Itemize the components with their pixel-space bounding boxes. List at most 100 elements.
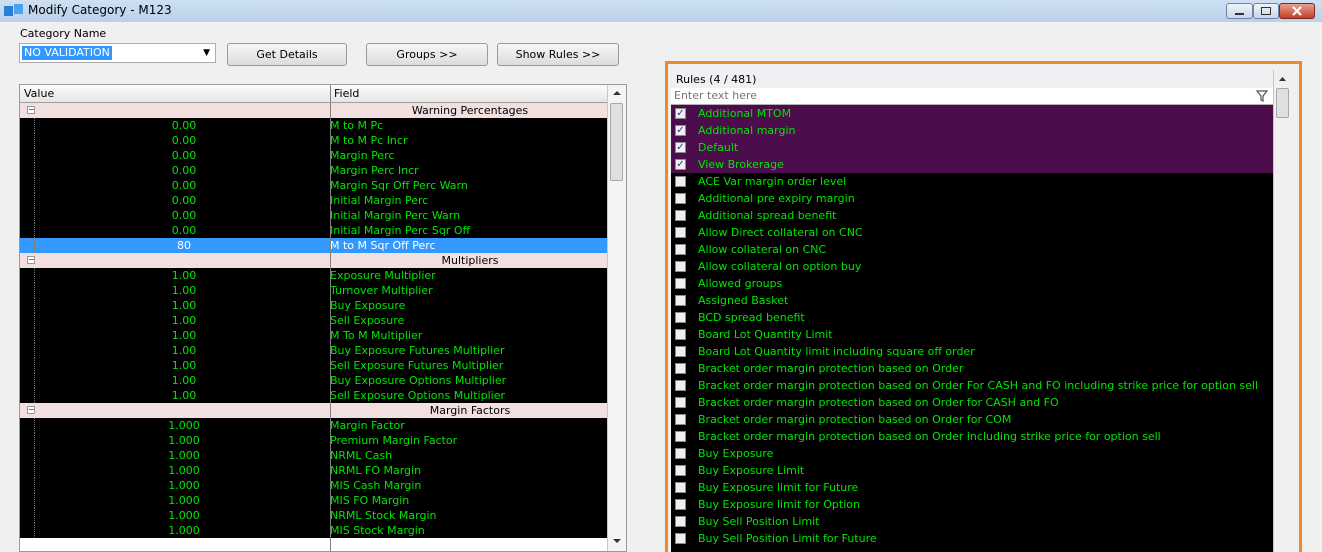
show-rules-button[interactable]: Show Rules >> <box>497 43 619 66</box>
value-cell[interactable]: 80 <box>36 239 332 252</box>
dropdown-arrow-icon[interactable]: ▼ <box>203 48 210 58</box>
value-cell[interactable]: 0.00 <box>36 149 332 162</box>
rule-checkbox[interactable] <box>675 414 686 425</box>
rule-checkbox[interactable] <box>675 312 686 323</box>
field-column-header[interactable]: Field <box>334 87 359 100</box>
grid-row[interactable]: 0.00 Initial Margin Perc Sqr Off <box>20 223 608 238</box>
rules-scroll-thumb[interactable] <box>1276 88 1289 118</box>
grid-row[interactable]: 1.000 MIS Stock Margin <box>20 523 608 538</box>
rule-item[interactable]: Additional spread benefit <box>671 207 1273 224</box>
column-separator[interactable] <box>330 85 331 551</box>
value-cell[interactable]: 1.000 <box>36 509 332 522</box>
rule-checkbox[interactable] <box>675 499 686 510</box>
grid-row[interactable]: 1.000 NRML Stock Margin <box>20 508 608 523</box>
rule-item[interactable]: Buy Exposure <box>671 445 1273 462</box>
value-cell[interactable]: 0.00 <box>36 134 332 147</box>
grid-row[interactable]: 1.000 MIS Cash Margin <box>20 478 608 493</box>
rule-checkbox[interactable] <box>675 516 686 527</box>
grid-row[interactable]: 1.00 Buy Exposure <box>20 298 608 313</box>
category-select[interactable]: NO VALIDATION ▼ <box>19 43 216 63</box>
rule-item[interactable]: Allowed groups <box>671 275 1273 292</box>
value-cell[interactable]: 1.000 <box>36 494 332 507</box>
rules-filter-row[interactable] <box>671 88 1273 105</box>
grid-row[interactable]: 1.000 Margin Factor <box>20 418 608 433</box>
maximize-button[interactable] <box>1253 3 1279 19</box>
value-cell[interactable]: 1.00 <box>36 344 332 357</box>
scroll-down-icon[interactable] <box>608 533 626 549</box>
value-cell[interactable]: 1.00 <box>36 269 332 282</box>
value-cell[interactable]: 1.000 <box>36 464 332 477</box>
rule-item[interactable]: Assigned Basket <box>671 292 1273 309</box>
rule-checkbox[interactable] <box>675 482 686 493</box>
grid-row[interactable]: 1.00 Exposure Multiplier <box>20 268 608 283</box>
get-details-button[interactable]: Get Details <box>227 43 347 66</box>
value-cell[interactable]: 1.00 <box>36 389 332 402</box>
rule-item[interactable]: Allow Direct collateral on CNC <box>671 224 1273 241</box>
grid-row[interactable]: 0.00 Margin Perc Incr <box>20 163 608 178</box>
grid-group-row[interactable]: − Margin Factors <box>20 403 608 418</box>
rule-item[interactable]: ✓ Additional MTOM <box>671 105 1273 122</box>
value-cell[interactable]: 1.00 <box>36 374 332 387</box>
grid-row[interactable]: 0.00 Initial Margin Perc Warn <box>20 208 608 223</box>
value-cell[interactable]: 1.00 <box>36 329 332 342</box>
minimize-button[interactable] <box>1226 3 1253 19</box>
rule-item[interactable]: Buy Exposure limit for Future <box>671 479 1273 496</box>
rule-checkbox[interactable] <box>675 533 686 544</box>
rule-checkbox[interactable] <box>675 227 686 238</box>
value-cell[interactable]: 1.00 <box>36 359 332 372</box>
grid-row[interactable]: 1.000 MIS FO Margin <box>20 493 608 508</box>
grid-scrollbar[interactable] <box>607 85 626 551</box>
rule-item[interactable]: Additional pre expiry margin <box>671 190 1273 207</box>
rule-checkbox[interactable] <box>675 431 686 442</box>
rule-checkbox[interactable]: ✓ <box>675 142 686 153</box>
rule-item[interactable]: BCD spread benefit <box>671 309 1273 326</box>
rule-checkbox[interactable] <box>675 176 686 187</box>
value-cell[interactable]: 0.00 <box>36 119 332 132</box>
value-cell[interactable]: 0.00 <box>36 209 332 222</box>
rule-item[interactable]: Board Lot Quantity limit including squar… <box>671 343 1273 360</box>
rules-filter-input[interactable] <box>674 88 1234 103</box>
grid-row[interactable]: 0.00 M to M Pc <box>20 118 608 133</box>
close-button[interactable] <box>1279 3 1315 19</box>
grid-row[interactable]: 1.00 Sell Exposure Futures Multiplier <box>20 358 608 373</box>
rule-checkbox[interactable]: ✓ <box>675 125 686 136</box>
grid-row[interactable]: 0.00 M to M Pc Incr <box>20 133 608 148</box>
value-cell[interactable]: 1.000 <box>36 479 332 492</box>
grid-group-row[interactable]: − Warning Percentages <box>20 103 608 118</box>
rule-checkbox[interactable] <box>675 329 686 340</box>
rule-item[interactable]: Bracket order margin protection based on… <box>671 411 1273 428</box>
rule-checkbox[interactable] <box>675 346 686 357</box>
rules-scrollbar[interactable] <box>1273 70 1290 552</box>
groups-button[interactable]: Groups >> <box>366 43 488 66</box>
rule-item[interactable]: ACE Var margin order level <box>671 173 1273 190</box>
rule-item[interactable]: ✓ Default <box>671 139 1273 156</box>
value-cell[interactable]: 1.000 <box>36 434 332 447</box>
grid-row[interactable]: 1.000 NRML FO Margin <box>20 463 608 478</box>
rule-checkbox[interactable] <box>675 363 686 374</box>
grid-row[interactable]: 1.00 Sell Exposure Options Multiplier <box>20 388 608 403</box>
rule-checkbox[interactable] <box>675 380 686 391</box>
value-cell[interactable]: 1.000 <box>36 449 332 462</box>
value-cell[interactable]: 0.00 <box>36 224 332 237</box>
value-cell[interactable]: 1.000 <box>36 419 332 432</box>
rule-checkbox[interactable] <box>675 244 686 255</box>
collapse-icon[interactable]: − <box>27 256 35 264</box>
rule-item[interactable]: Bracket order margin protection based on… <box>671 428 1273 445</box>
value-cell[interactable]: 1.00 <box>36 314 332 327</box>
rule-item[interactable]: ✓ View Brokerage <box>671 156 1273 173</box>
grid-row[interactable]: 0.00 Margin Perc <box>20 148 608 163</box>
grid-row[interactable]: 1.00 Buy Exposure Options Multiplier <box>20 373 608 388</box>
rule-checkbox[interactable] <box>675 278 686 289</box>
rule-item[interactable]: Buy Exposure Limit <box>671 462 1273 479</box>
rule-item[interactable]: Buy Sell Position Limit <box>671 513 1273 530</box>
rule-item[interactable]: Bracket order margin protection based on… <box>671 360 1273 377</box>
rule-checkbox[interactable] <box>675 261 686 272</box>
rule-item[interactable]: Bracket order margin protection based on… <box>671 394 1273 411</box>
properties-grid[interactable]: Value Field − Warning Percentages 0.00 M to… <box>19 84 627 552</box>
rule-item[interactable]: Buy Exposure limit for Option <box>671 496 1273 513</box>
grid-group-row[interactable]: − Multipliers <box>20 253 608 268</box>
rule-item[interactable]: Bracket order margin protection based on… <box>671 377 1273 394</box>
value-cell[interactable]: 0.00 <box>36 164 332 177</box>
grid-row[interactable]: 1.000 NRML Cash <box>20 448 608 463</box>
grid-row[interactable]: 1.00 Turnover Multiplier <box>20 283 608 298</box>
